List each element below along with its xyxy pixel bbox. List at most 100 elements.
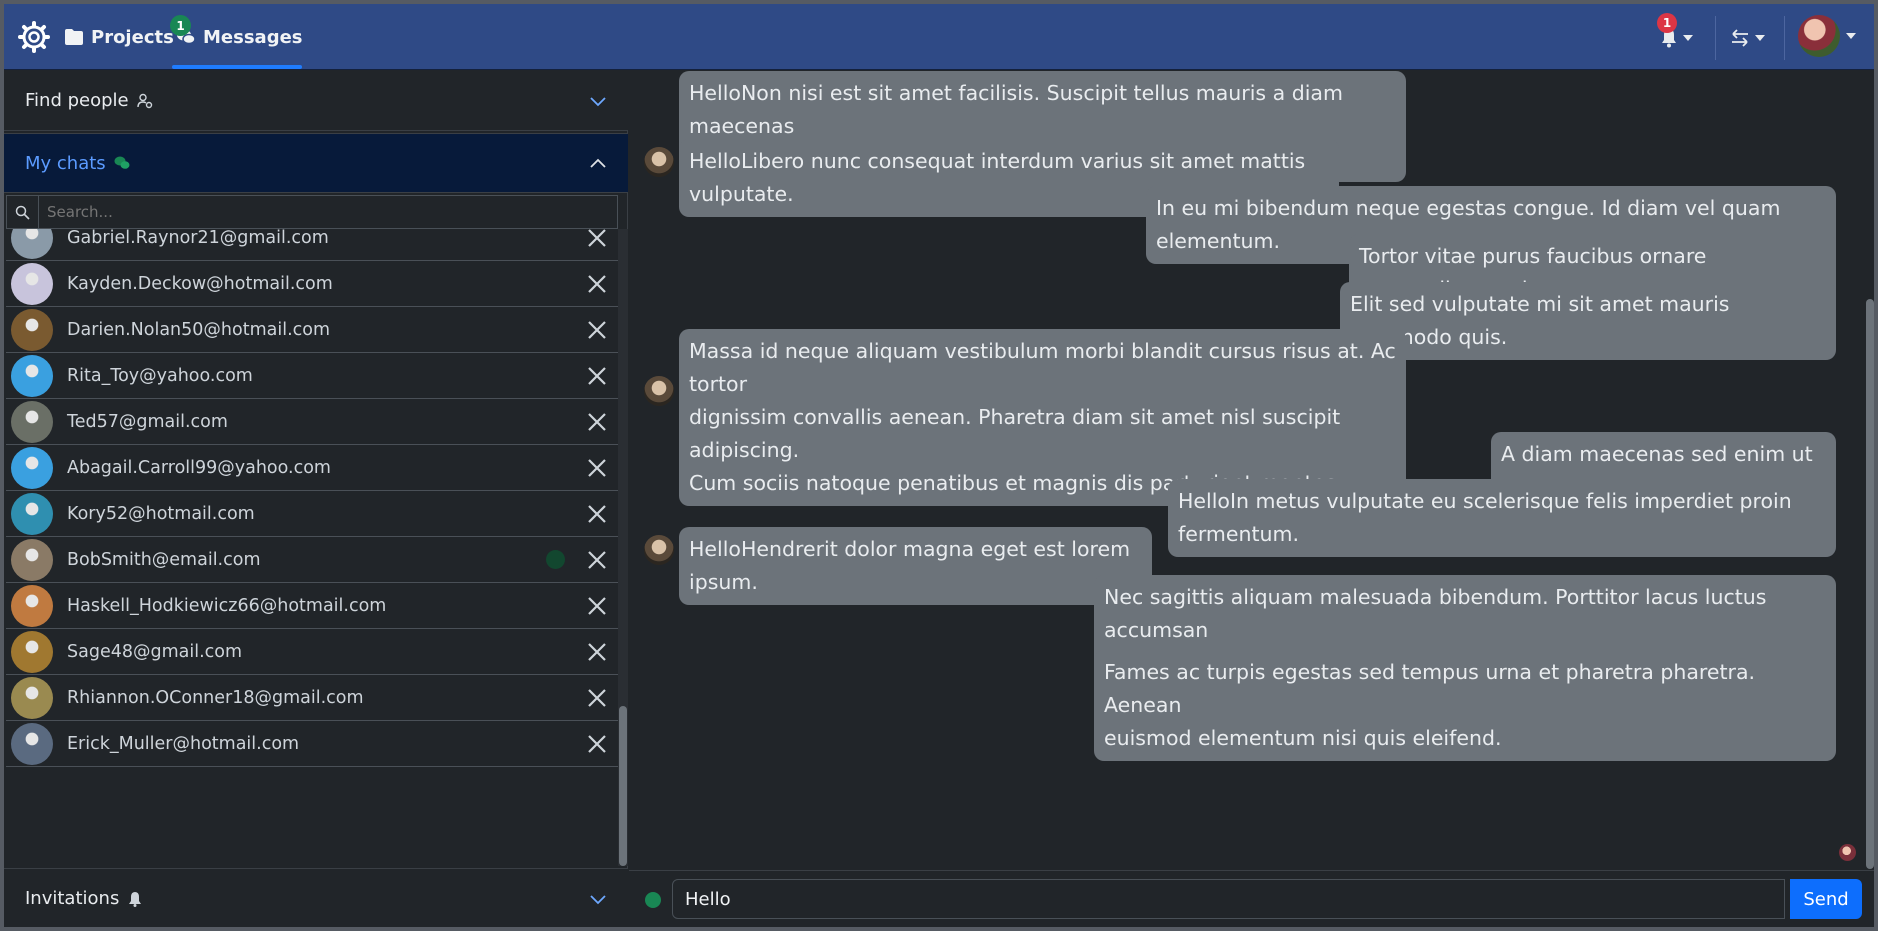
avatar [11,676,53,719]
avatar [11,400,53,443]
find-people-label: Find people [25,90,129,111]
avatar [11,492,53,535]
avatar [11,446,53,489]
nav-projects-label: Projects [91,26,174,48]
chat-list-item[interactable]: Kory52@hotmail.com [6,491,618,537]
avatar [11,354,53,397]
chat-list-item[interactable]: Rita_Toy@yahoo.com [6,353,618,399]
close-icon[interactable] [586,595,608,617]
caret-down-icon [1755,35,1765,41]
message-text-line: dignissim convallis aenean. Pharetra dia… [689,405,1341,462]
close-icon[interactable] [586,457,608,479]
chat-contact-email: BobSmith@email.com [67,549,261,570]
chat-contact-email: Rita_Toy@yahoo.com [67,365,253,386]
chat-list-item[interactable]: Sage48@gmail.com [6,629,618,675]
chat-contact-email: Kayden.Deckow@hotmail.com [67,273,333,294]
chat-contact-email: Haskell_Hodkiewicz66@hotmail.com [67,595,387,616]
user-avatar [1798,15,1840,57]
sidebar: Find people My chats Search... Gabriel.R… [4,71,628,927]
online-status-dot [645,892,661,908]
chat-contact-email: Kory52@hotmail.com [67,503,255,524]
caret-down-icon [1846,33,1856,39]
nav-divider [1784,16,1785,60]
chevron-down-icon [590,895,606,905]
chat-list-scroll-thumb[interactable] [619,706,627,866]
avatar [11,262,53,305]
chevron-down-icon [590,97,606,107]
avatar [11,308,53,351]
close-icon[interactable] [586,319,608,341]
chat-contact-email: Erick_Muller@hotmail.com [67,733,300,754]
invitations-header[interactable]: Invitations [4,868,628,927]
close-icon[interactable] [586,549,608,571]
caret-down-icon [1683,35,1693,41]
search-input[interactable] [39,196,617,228]
app-window: Projects Messages 1 1 Find people My cha… [4,4,1874,927]
user-menu[interactable] [1798,14,1860,58]
message-text-line: HelloNon nisi est sit amet facilisis. Su… [689,81,1343,138]
message-text-line: Massa id neque aliquam vestibulum morbi … [689,339,1396,396]
chat-list-item[interactable]: Ted57@gmail.com [6,399,618,445]
outgoing-message: Elit sed vulputate mi sit amet mauris co… [1340,282,1836,360]
chat-list: Gabriel.Raynor21@gmail.com Kayden.Deckow@… [6,229,618,866]
invitations-label: Invitations [25,888,120,909]
chat-list-item[interactable]: Kayden.Deckow@hotmail.com [6,261,618,307]
message-text-line: Nec sagittis aliquam malesuada bibendum.… [1104,585,1767,642]
message-thread: HelloNon nisi est sit amet facilisis. Su… [629,71,1874,869]
message-text-line: Elit sed vulputate mi sit amet mauris co… [1350,292,1730,349]
chat-search [6,195,618,229]
chat-list-item[interactable]: Abagail.Carroll99@yahoo.com [6,445,618,491]
chevron-up-icon [590,158,606,168]
folder-icon [65,29,83,45]
avatar [11,630,53,673]
chat-contact-email: Rhiannon.OConner18@gmail.com [67,687,364,708]
close-icon[interactable] [586,733,608,755]
my-chats-header[interactable]: My chats [4,133,628,193]
sender-avatar [644,375,674,406]
chat-list-item[interactable]: BobSmith@email.com [6,537,618,583]
avatar [11,584,53,627]
chat-contact-email: Abagail.Carroll99@yahoo.com [67,457,331,478]
close-icon[interactable] [586,641,608,663]
chat-list-item[interactable]: Rhiannon.OConner18@gmail.com [6,675,618,721]
close-icon[interactable] [586,411,608,433]
messages-count-badge: 1 [170,15,191,36]
switch-dropdown[interactable] [1730,26,1774,50]
message-composer: Send [629,870,1874,927]
message-text-line: Fames ac turpis egestas sed tempus urna … [1104,660,1756,717]
active-tab-indicator [172,65,302,69]
my-chats-label: My chats [25,152,106,174]
chat-contact-email: Gabriel.Raynor21@gmail.com [67,229,329,248]
own-avatar [1839,844,1856,861]
nav-messages-label: Messages [203,26,303,48]
online-status-dot [546,550,565,569]
find-people-header[interactable]: Find people [4,71,628,131]
outgoing-message: HelloIn metus vulputate eu scelerisque f… [1168,479,1836,557]
gear-icon[interactable] [18,21,50,53]
nav-messages[interactable]: Messages [176,4,303,70]
chat-list-item[interactable]: Gabriel.Raynor21@gmail.com [6,229,618,261]
chat-contact-email: Sage48@gmail.com [67,641,243,662]
avatar [11,722,53,765]
chat-list-item[interactable]: Haskell_Hodkiewicz66@hotmail.com [6,583,618,629]
thread-scrollbar[interactable] [1866,299,1874,869]
close-icon[interactable] [586,687,608,709]
close-icon[interactable] [586,273,608,295]
notifications-count-badge: 1 [1657,13,1677,33]
close-icon[interactable] [586,503,608,525]
chat-list-item[interactable]: Darien.Nolan50@hotmail.com [6,307,618,353]
close-icon[interactable] [586,365,608,387]
nav-projects[interactable]: Projects [64,4,174,70]
close-icon[interactable] [586,229,608,249]
bell-icon [129,891,142,907]
send-button[interactable]: Send [1790,879,1862,919]
incoming-message: HelloHendrerit dolor magna eget est lore… [679,527,1152,605]
top-navbar: Projects Messages 1 1 [4,4,1874,70]
chat-bubbles-icon [114,156,130,169]
chat-list-item[interactable]: Erick_Muller@hotmail.com [6,721,618,767]
message-text-line: euismod elementum nisi quis eleifend. [1104,726,1502,750]
message-input[interactable] [672,879,1785,919]
sender-avatar [644,146,674,177]
search-icon [7,196,39,228]
person-gear-icon [136,93,152,108]
